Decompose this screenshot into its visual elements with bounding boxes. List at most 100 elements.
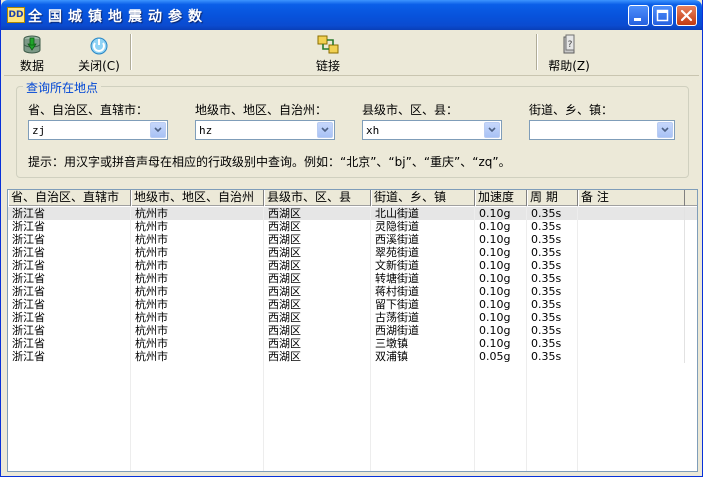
table-cell: 浙江省 xyxy=(8,285,131,298)
table-row[interactable]: 浙江省 杭州市 西湖区 西溪街道 0.10g 0.35s xyxy=(8,233,697,246)
table-cell: 0.35s xyxy=(527,350,578,363)
column-header[interactable]: 县级市、区、县 xyxy=(264,190,371,206)
minimize-icon xyxy=(634,18,641,21)
table-cell: 0.35s xyxy=(527,272,578,285)
table-cell xyxy=(578,337,685,350)
query-hint: 提示：用汉字或拼音声母在相应的行政级别中查询。例如：“北京”、“bj”、“重庆”… xyxy=(28,155,511,169)
minimize-button[interactable] xyxy=(628,5,649,26)
table-cell xyxy=(578,311,685,324)
city-value: hz xyxy=(199,124,213,137)
table-cell: 西湖区 xyxy=(264,220,371,233)
column-gridline xyxy=(474,206,475,471)
chevron-down-icon xyxy=(321,127,329,133)
close-button-label: 关闭(C) xyxy=(78,59,120,73)
query-group-title: 查询所在地点 xyxy=(23,79,102,96)
column-header[interactable]: 地级市、地区、自治州 xyxy=(131,190,264,206)
column-gridline xyxy=(263,206,264,471)
table-cell: 0.10g xyxy=(475,285,527,298)
table-cell: 0.10g xyxy=(475,246,527,259)
table-cell: 西湖区 xyxy=(264,324,371,337)
table-row[interactable]: 浙江省 杭州市 西湖区 双浦镇 0.05g 0.35s xyxy=(8,350,697,363)
title-bar[interactable]: DD 全国城镇地震动参数 xyxy=(1,0,702,30)
table-cell: 西湖区 xyxy=(264,272,371,285)
maximize-icon xyxy=(656,9,669,22)
power-icon xyxy=(90,37,108,55)
close-window-button[interactable] xyxy=(676,5,697,26)
column-header[interactable]: 街道、乡、镇 xyxy=(371,190,475,206)
table-row[interactable]: 浙江省 杭州市 西湖区 文新街道 0.10g 0.35s xyxy=(8,259,697,272)
column-header[interactable]: 加速度 xyxy=(475,190,527,206)
table-row[interactable]: 浙江省 杭州市 西湖区 翠苑街道 0.10g 0.35s xyxy=(8,246,697,259)
table-cell xyxy=(578,259,685,272)
column-header[interactable]: 周 期 xyxy=(527,190,578,206)
city-dropdown-button[interactable] xyxy=(317,122,333,138)
close-button[interactable]: 关闭(C) xyxy=(74,32,124,74)
data-button[interactable]: 数据 xyxy=(12,32,52,74)
svg-text:?: ? xyxy=(568,40,573,50)
table-row[interactable]: 浙江省 杭州市 西湖区 古荡街道 0.10g 0.35s xyxy=(8,311,697,324)
help-button[interactable]: ? 帮助(Z) xyxy=(544,32,594,74)
chevron-down-icon xyxy=(154,127,162,133)
table-row[interactable]: 浙江省 杭州市 西湖区 蒋村街道 0.10g 0.35s xyxy=(8,285,697,298)
table-row[interactable]: 浙江省 杭州市 西湖区 留下街道 0.10g 0.35s xyxy=(8,298,697,311)
table-cell: 杭州市 xyxy=(131,246,264,259)
street-dropdown-button[interactable] xyxy=(657,122,673,138)
street-label: 街道、乡、镇： xyxy=(529,103,614,117)
table-cell: 0.35s xyxy=(527,311,578,324)
table-row[interactable]: 浙江省 杭州市 西湖区 西湖街道 0.10g 0.35s xyxy=(8,324,697,337)
table-cell: 蒋村街道 xyxy=(371,285,475,298)
table-cell: 西湖区 xyxy=(264,337,371,350)
county-dropdown-button[interactable] xyxy=(484,122,500,138)
column-header[interactable]: 备 注 xyxy=(578,190,685,206)
table-cell: 0.10g xyxy=(475,337,527,350)
data-button-label: 数据 xyxy=(19,59,44,73)
column-header[interactable]: 省、自治区、直辖市 xyxy=(8,190,131,206)
province-label: 省、自治区、直辖市： xyxy=(28,103,149,117)
table-cell: 浙江省 xyxy=(8,207,131,220)
table-row[interactable]: 浙江省 杭州市 西湖区 灵隐街道 0.10g 0.35s xyxy=(8,220,697,233)
province-combo[interactable]: zj xyxy=(28,120,168,140)
province-value: zj xyxy=(32,124,46,137)
table-cell: 西湖区 xyxy=(264,233,371,246)
table-cell: 杭州市 xyxy=(131,350,264,363)
county-combo[interactable]: xh xyxy=(362,120,502,140)
province-dropdown-button[interactable] xyxy=(150,122,166,138)
link-button[interactable]: 链接 xyxy=(308,32,348,74)
toolbar-separator xyxy=(130,34,132,70)
table-row[interactable]: 浙江省 杭州市 西湖区 三墩镇 0.10g 0.35s xyxy=(8,337,697,350)
table-cell: 浙江省 xyxy=(8,220,131,233)
table-cell: 0.10g xyxy=(475,207,527,220)
table-cell xyxy=(578,220,685,233)
maximize-button[interactable] xyxy=(652,5,673,26)
chevron-down-icon xyxy=(661,127,669,133)
table-cell: 浙江省 xyxy=(8,233,131,246)
county-label: 县级市、区、县： xyxy=(362,103,459,117)
link-button-label: 链接 xyxy=(315,59,340,73)
table-row[interactable]: 浙江省 杭州市 西湖区 转塘街道 0.10g 0.35s xyxy=(8,272,697,285)
table-cell xyxy=(578,246,685,259)
help-button-label: 帮助(Z) xyxy=(548,59,590,73)
table-cell: 杭州市 xyxy=(131,220,264,233)
table-cell: 0.35s xyxy=(527,324,578,337)
table-cell: 西湖街道 xyxy=(371,324,475,337)
street-combo[interactable] xyxy=(529,120,675,140)
table-row[interactable]: 浙江省 杭州市 西湖区 北山街道 0.10g 0.35s xyxy=(8,207,697,220)
table-cell: 西湖区 xyxy=(264,259,371,272)
table-cell: 北山街道 xyxy=(371,207,475,220)
column-gridline xyxy=(577,206,578,471)
table-cell: 杭州市 xyxy=(131,272,264,285)
app-icon[interactable]: DD xyxy=(7,7,25,23)
city-combo[interactable]: hz xyxy=(195,120,335,140)
table-cell: 0.35s xyxy=(527,298,578,311)
table-cell: 西湖区 xyxy=(264,350,371,363)
close-icon xyxy=(680,9,693,22)
table-cell: 浙江省 xyxy=(8,298,131,311)
table-cell: 0.35s xyxy=(527,220,578,233)
toolbar-separator xyxy=(536,34,538,70)
table-cell: 双浦镇 xyxy=(371,350,475,363)
table-cell: 0.35s xyxy=(527,259,578,272)
table-cell: 0.10g xyxy=(475,298,527,311)
results-table[interactable]: 省、自治区、直辖市 地级市、地区、自治州 县级市、区、县 街道、乡、镇 加速度周 期备 … xyxy=(7,189,698,472)
table-cell: 转塘街道 xyxy=(371,272,475,285)
table-cell: 灵隐街道 xyxy=(371,220,475,233)
